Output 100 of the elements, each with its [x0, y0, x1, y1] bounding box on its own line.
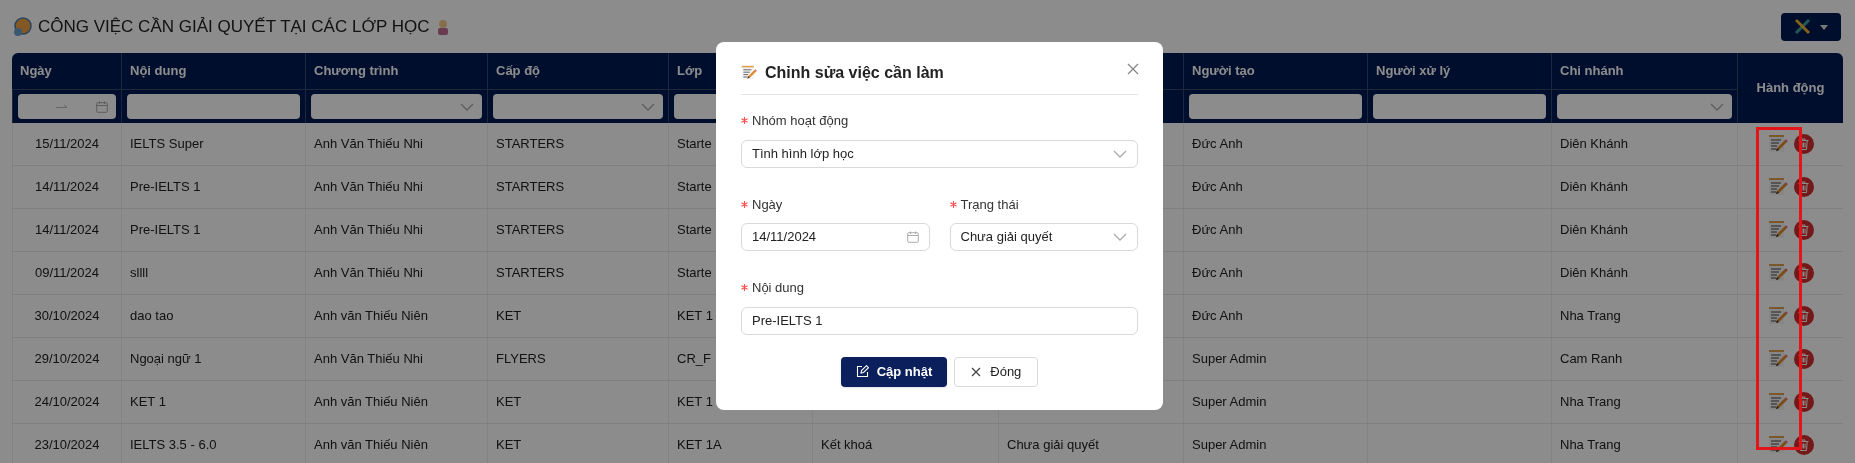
update-button[interactable]: Cập nhật	[840, 356, 948, 387]
table-cell-text: KET 1A	[677, 436, 722, 455]
table-cell-text: Đức Anh	[1192, 307, 1243, 326]
caret-down-icon	[1820, 24, 1828, 30]
field-label: Nội dung	[752, 279, 805, 297]
calendar-icon	[906, 231, 919, 243]
close-button[interactable]	[1127, 62, 1141, 76]
notepad-pencil-icon	[1767, 263, 1788, 283]
table-cell-text: Anh văn Thiếu Niên	[314, 436, 428, 455]
input-field[interactable]: Pre-IELTS 1	[741, 306, 1138, 335]
edit-button[interactable]	[1767, 263, 1788, 283]
table-cell-text: Diên Khánh	[1560, 178, 1628, 197]
table-cell-text: STARTERS	[496, 221, 565, 240]
table-cell-text: STARTERS	[496, 178, 565, 197]
edit-button[interactable]	[1767, 435, 1788, 455]
edit-button[interactable]	[1767, 177, 1788, 197]
chevron-down-icon	[1113, 149, 1127, 158]
table-cell-text: 15/11/2024	[34, 135, 100, 154]
table-cell-text: Anh Văn Thiếu Nhi	[314, 350, 423, 369]
chevron-down-icon	[460, 102, 474, 111]
trash-icon	[1798, 439, 1809, 451]
table-cell-text: 09/11/2024	[34, 264, 100, 283]
close-icon	[971, 366, 982, 377]
table-cell-text: 14/11/2024	[34, 221, 100, 240]
table-cell-text: 24/10/2024	[34, 393, 100, 412]
column-header: Chương trình	[314, 62, 399, 81]
date-field[interactable]: 14/11/2024	[741, 223, 930, 251]
arrow-right-icon	[56, 103, 68, 110]
table-cell-text: Anh văn Thiếu Niên	[314, 393, 428, 412]
table-cell-text: Starte	[677, 221, 712, 240]
notepad-pencil-icon	[1767, 435, 1788, 455]
table-cell-text: Ngoại ngữ 1	[130, 350, 202, 369]
edit-button[interactable]	[1767, 306, 1788, 326]
table-cell-text: STARTERS	[496, 135, 565, 154]
column-header: Chi nhánh	[1560, 62, 1624, 81]
table-cell-text: Đức Anh	[1192, 221, 1243, 240]
table-cell-text: KET 1	[130, 393, 166, 412]
notepad-pencil-icon	[1767, 177, 1788, 197]
tools-menu-button[interactable]	[1781, 13, 1841, 41]
dropdown[interactable]: Chưa giải quyết	[949, 223, 1138, 251]
calendar-icon	[96, 100, 108, 113]
table-cell-text: Chưa giải quyết	[1007, 436, 1099, 455]
edit-button[interactable]	[1767, 134, 1788, 154]
table-cell-text: Anh Văn Thiếu Nhi	[314, 135, 423, 154]
table-cell-text: IELTS Super	[130, 135, 204, 154]
table-cell-text: Diên Khánh	[1560, 221, 1628, 240]
table-cell-text: STARTERS	[496, 264, 565, 283]
dropdown[interactable]: Tình hình lớp học	[741, 139, 1138, 168]
edit-button[interactable]	[1767, 349, 1788, 369]
chevron-down-icon	[1710, 102, 1724, 111]
edit-button[interactable]	[1767, 220, 1788, 240]
filter-field[interactable]	[127, 94, 300, 119]
table-cell-text: Đức Anh	[1192, 135, 1243, 154]
notepad-pencil-icon	[1767, 392, 1788, 412]
table-cell-text: Starte	[677, 178, 712, 197]
table-cell-text: Nha Trang	[1560, 393, 1621, 412]
table-cell-text: Pre-IELTS 1	[130, 178, 201, 197]
field-label: Nhóm hoạt động	[752, 112, 849, 130]
table-cell-text: Anh văn Thiếu Niên	[314, 307, 428, 326]
page-title: CÔNG VIỆC CẦN GIẢI QUYẾT TẠI CÁC LỚP HỌC	[38, 15, 430, 38]
person-icon	[435, 18, 450, 35]
notepad-pencil-icon	[1767, 134, 1788, 154]
chevron-down-icon	[1113, 233, 1127, 241]
table-cell-text: 29/10/2024	[34, 350, 100, 369]
filter-field[interactable]	[1373, 94, 1546, 119]
table-cell-text: KET	[496, 393, 522, 412]
table-cell-text: Starte	[677, 264, 712, 283]
close-dialog-button[interactable]: Đóng	[954, 356, 1039, 387]
filter-field[interactable]	[1189, 94, 1362, 119]
field-label: Ngày	[752, 195, 783, 214]
notepad-pencil-icon	[741, 65, 757, 81]
table-cell-text: Super Admin	[1192, 350, 1267, 369]
table-cell-text: Anh Văn Thiếu Nhi	[314, 221, 423, 240]
column-header: Lớp	[677, 62, 703, 81]
table-cell-text: Super Admin	[1192, 436, 1267, 455]
table-cell-text: KET 1	[677, 307, 713, 326]
table-cell-text: dao tao	[130, 307, 174, 326]
notepad-pencil-icon	[1767, 349, 1788, 369]
table-cell-text: Đức Anh	[1192, 264, 1243, 283]
date-range-filter[interactable]	[18, 94, 116, 119]
table-cell-text: Đức Anh	[1192, 178, 1243, 197]
table-cell-text: Anh Văn Thiếu Nhi	[314, 264, 423, 283]
notepad-pencil-icon	[1767, 306, 1788, 326]
edit-button[interactable]	[1767, 392, 1788, 412]
table-cell-text: sllll	[130, 264, 149, 283]
edit-icon	[855, 365, 869, 378]
dialog-title: Chỉnh sửa việc cần làm	[765, 63, 944, 83]
table-cell-text: Anh Văn Thiếu Nhi	[314, 178, 423, 197]
table-cell-text: Starte	[677, 135, 712, 154]
table-cell-text: KET 1	[677, 393, 713, 412]
notepad-pencil-icon	[1767, 220, 1788, 240]
column-header: Ngày	[20, 62, 52, 81]
table-cell-text: FLYERS	[496, 350, 546, 369]
column-header: Cấp độ	[496, 62, 541, 81]
table-cell-text: IELTS 3.5 - 6.0	[130, 436, 217, 455]
table-cell-text: 14/11/2024	[34, 178, 100, 197]
column-header: Người tạo	[1192, 62, 1255, 81]
table-cell-text: KET	[496, 307, 522, 326]
column-header: Người xử lý	[1376, 62, 1451, 81]
table-cell-text: KET	[496, 436, 522, 455]
